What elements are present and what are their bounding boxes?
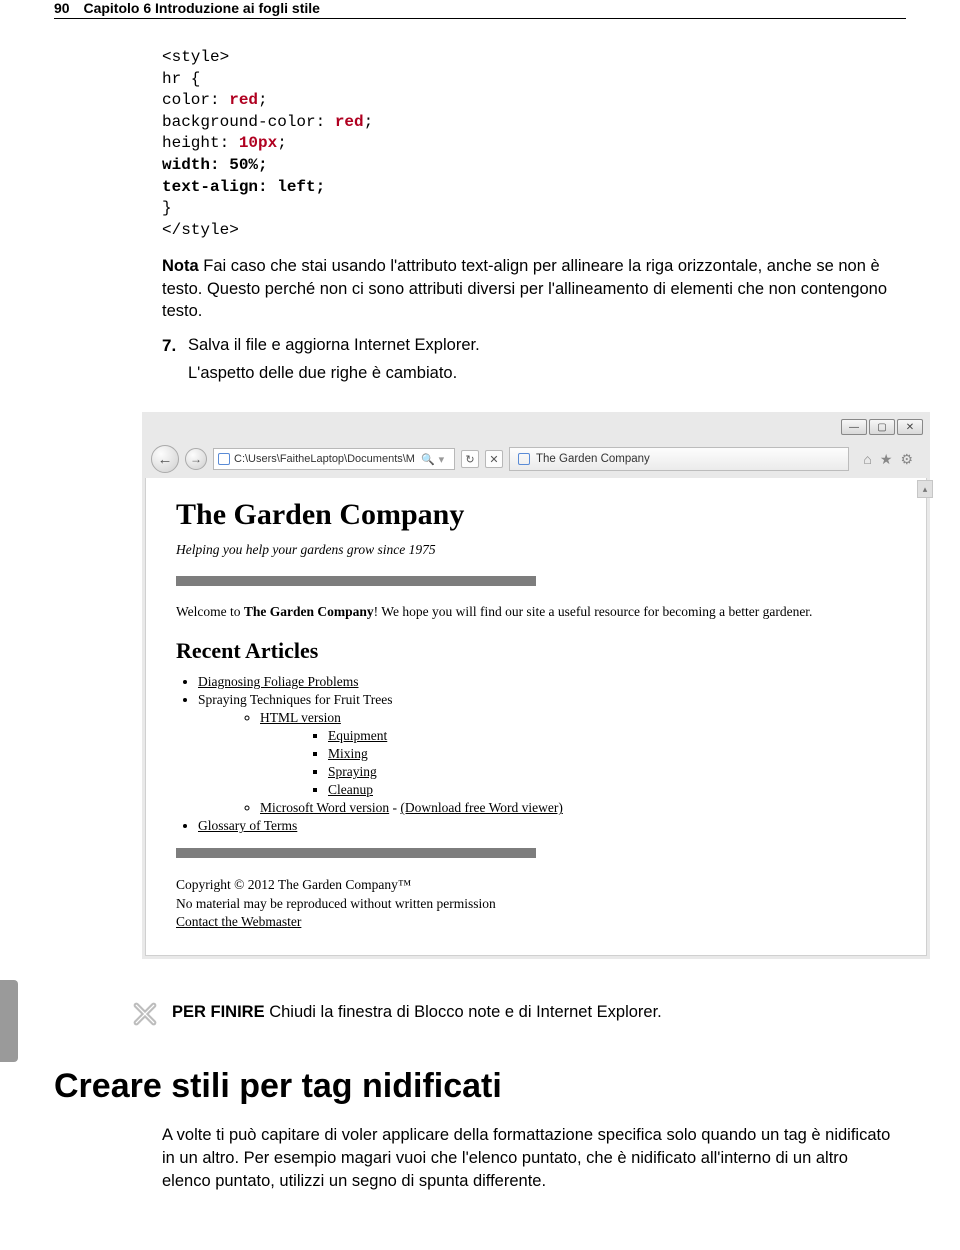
- page-footer: Copyright © 2012 The Garden Company™ No …: [176, 876, 896, 931]
- section-heading: Creare stili per tag nidificati: [54, 1067, 906, 1106]
- tools-icon[interactable]: ⚙: [900, 451, 913, 468]
- forward-button[interactable]: →: [185, 448, 207, 470]
- browser-right-icons: ⌂ ★ ⚙: [855, 451, 921, 468]
- scrollbar-up-icon[interactable]: ▴: [917, 480, 933, 498]
- page-content: The Garden Company Helping you help your…: [145, 478, 927, 956]
- code-block: <style> hr { color: red; background-colo…: [162, 47, 900, 241]
- permission-text: No material may be reproduced without wr…: [176, 895, 896, 913]
- list-item: Glossary of Terms: [198, 818, 896, 834]
- home-icon[interactable]: ⌂: [863, 451, 871, 468]
- window-titlebar: — ▢ ✕: [145, 416, 927, 441]
- link-spraying[interactable]: Spraying: [328, 764, 377, 779]
- nota-lead: Nota: [162, 257, 199, 275]
- recent-articles-heading: Recent Articles: [176, 638, 896, 664]
- cleanup-x-icon: [132, 1001, 158, 1027]
- list-item: Mixing: [328, 746, 896, 762]
- minimize-icon[interactable]: —: [841, 419, 867, 435]
- link-html-version[interactable]: HTML version: [260, 710, 341, 725]
- tab-title: The Garden Company: [536, 453, 650, 465]
- search-icon: 🔍: [421, 453, 435, 466]
- browser-tab[interactable]: The Garden Company: [509, 447, 849, 471]
- link-mixing[interactable]: Mixing: [328, 746, 368, 761]
- link-equipment[interactable]: Equipment: [328, 728, 387, 743]
- step-text: Salva il file e aggiorna Internet Explor…: [188, 336, 480, 356]
- styled-hr: [176, 848, 536, 858]
- maximize-icon[interactable]: ▢: [869, 419, 895, 435]
- list-item: HTML version Equipment Mixing Spraying C…: [260, 710, 896, 798]
- styled-hr: [176, 576, 536, 586]
- browser-toolbar: ← → C:\Users\FaitheLaptop\Documents\M 🔍 …: [145, 441, 927, 478]
- link-glossary[interactable]: Glossary of Terms: [198, 818, 297, 833]
- refresh-button[interactable]: ↻: [461, 450, 479, 468]
- page-number: 90: [54, 0, 70, 16]
- ie-tab-icon: [518, 453, 530, 465]
- page-tagline: Helping you help your gardens grow since…: [176, 542, 896, 558]
- per-finire-text: PER FINIRE Chiudi la finestra di Blocco …: [172, 1001, 662, 1022]
- page-title: The Garden Company: [176, 498, 896, 532]
- list-item: Spraying Techniques for Fruit Trees HTML…: [198, 692, 896, 816]
- nota-paragraph: Nota Fai caso che stai usando l'attribut…: [162, 255, 900, 322]
- address-bar[interactable]: C:\Users\FaitheLaptop\Documents\M 🔍 ▾: [213, 448, 455, 470]
- step-number: 7.: [162, 336, 188, 356]
- welcome-text: Welcome to The Garden Company! We hope y…: [176, 604, 896, 620]
- browser-window: — ▢ ✕ ← → C:\Users\FaitheLaptop\Document…: [142, 412, 930, 959]
- step-7: 7. Salva il file e aggiorna Internet Exp…: [162, 336, 900, 356]
- link-contact-webmaster[interactable]: Contact the Webmaster: [176, 914, 301, 929]
- list-item: Spraying: [328, 764, 896, 780]
- address-dropdown-icon: ▾: [439, 453, 445, 466]
- copyright: Copyright © 2012 The Garden Company™: [176, 876, 896, 894]
- list-item: Diagnosing Foliage Problems: [198, 674, 896, 690]
- ie-page-icon: [218, 453, 230, 465]
- address-text: C:\Users\FaitheLaptop\Documents\M: [234, 453, 415, 465]
- back-button[interactable]: ←: [151, 445, 179, 473]
- side-tab: [0, 980, 18, 1062]
- list-item: Cleanup: [328, 782, 896, 798]
- link-diagnosing[interactable]: Diagnosing Foliage Problems: [198, 674, 359, 689]
- list-item: Equipment: [328, 728, 896, 744]
- stop-button[interactable]: ✕: [485, 450, 503, 468]
- articles-list: Diagnosing Foliage Problems Spraying Tec…: [198, 674, 896, 834]
- close-icon[interactable]: ✕: [897, 419, 923, 435]
- favorites-icon[interactable]: ★: [880, 451, 893, 468]
- running-header: 90 Capitolo 6 Introduzione ai fogli stil…: [54, 0, 906, 19]
- section-paragraph: A volte ti può capitare di voler applica…: [162, 1124, 900, 1193]
- list-item: Microsoft Word version - (Download free …: [260, 800, 896, 816]
- link-cleanup[interactable]: Cleanup: [328, 782, 373, 797]
- link-word-viewer[interactable]: (Download free Word viewer): [400, 800, 562, 815]
- per-finire-callout: PER FINIRE Chiudi la finestra di Blocco …: [132, 1001, 906, 1027]
- link-word-version[interactable]: Microsoft Word version: [260, 800, 389, 815]
- step-result: L'aspetto delle due righe è cambiato.: [188, 362, 900, 384]
- chapter-title: Capitolo 6 Introduzione ai fogli stile: [83, 0, 319, 16]
